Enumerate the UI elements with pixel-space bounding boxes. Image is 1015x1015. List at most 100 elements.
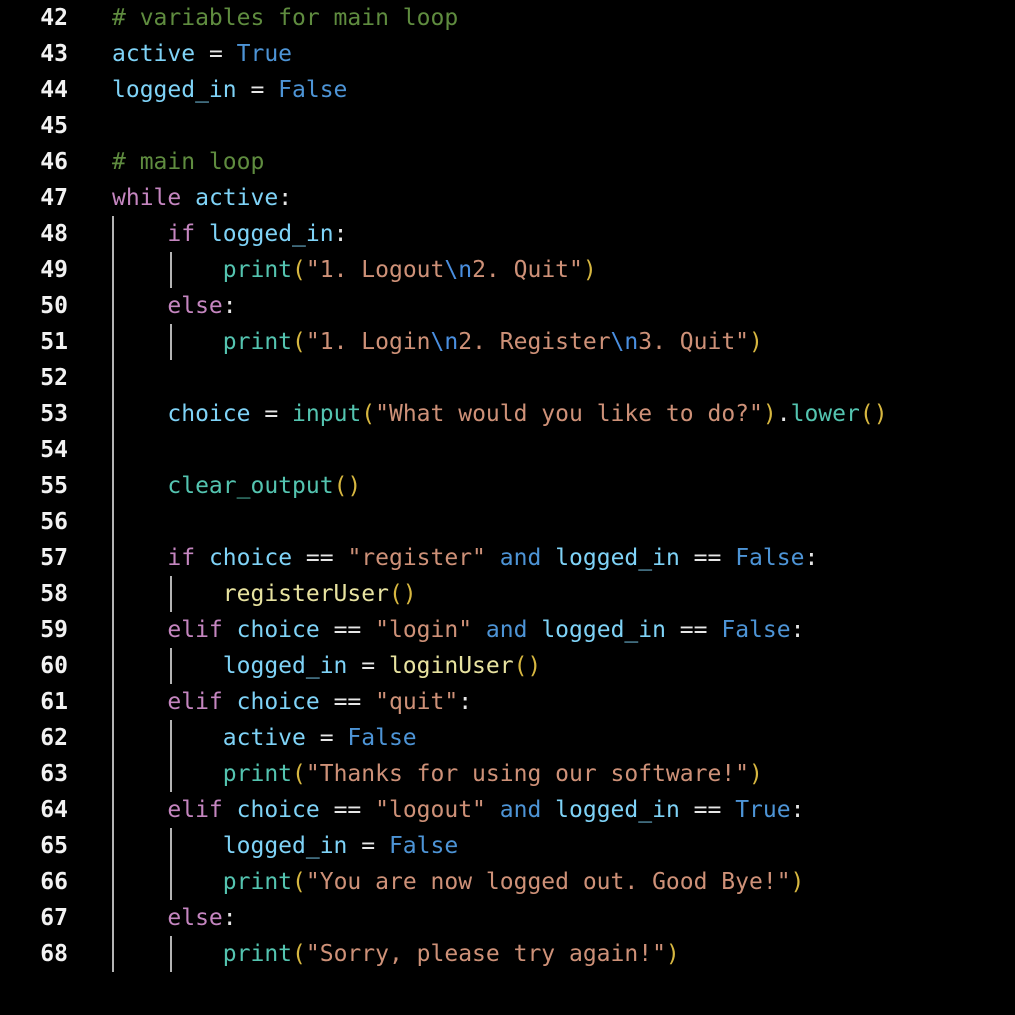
line-code-text[interactable]: print("1. Logout\n2. Quit") (112, 252, 597, 288)
token-string: "Sorry, please try again!" (305, 941, 666, 967)
line-code-text[interactable]: logged_in = loginUser() (112, 648, 542, 684)
line-code-text[interactable]: logged_in = False (112, 72, 347, 108)
token-paren: ( (361, 401, 376, 427)
line-code-text[interactable]: # main loop (112, 144, 264, 180)
code-line[interactable]: 47 while active: (0, 180, 1015, 216)
token-var: logged_in (208, 221, 334, 247)
token-punct: = (305, 725, 348, 751)
token-comment: # variables for main loop (112, 5, 459, 31)
line-number: 68 (40, 941, 68, 967)
code-line[interactable]: 50 else: (0, 288, 1015, 324)
code-line[interactable]: 59 elif choice == "login" and logged_in … (0, 612, 1015, 648)
code-line[interactable]: 68 print("Sorry, please try again!") (0, 936, 1015, 972)
code-line[interactable]: 55 clear_output() (0, 468, 1015, 504)
line-code-text[interactable]: if choice == "register" and logged_in ==… (112, 540, 818, 576)
token-escape: \n (610, 329, 639, 355)
token-punct: = (250, 401, 293, 427)
code-line[interactable]: 54 (0, 432, 1015, 468)
code-line[interactable]: 67 else: (0, 900, 1015, 936)
line-code-text[interactable]: active = False (112, 720, 417, 756)
token-string: 2. Register (458, 329, 611, 355)
code-line[interactable]: 63 print("Thanks for using our software!… (0, 756, 1015, 792)
code-editor-viewport[interactable]: 42 # variables for main loop 43 active = Tr… (0, 0, 1015, 1015)
line-code-text[interactable]: logged_in = False (112, 828, 458, 864)
line-code-text[interactable]: else: (112, 288, 236, 324)
code-line[interactable]: 60 logged_in = loginUser() (0, 648, 1015, 684)
token-var: choice (208, 545, 293, 571)
indent-guide (112, 432, 114, 468)
line-number: 56 (40, 509, 68, 535)
line-number: 63 (40, 761, 68, 787)
line-code-text[interactable]: else: (112, 900, 236, 936)
code-line[interactable]: 45 (0, 108, 1015, 144)
code-line[interactable]: 52 (0, 360, 1015, 396)
line-code-text[interactable]: while active: (112, 180, 292, 216)
line-code-text[interactable]: print("1. Login\n2. Register\n3. Quit") (112, 324, 763, 360)
code-line[interactable]: 51 print("1. Login\n2. Register\n3. Quit… (0, 324, 1015, 360)
token-punct: : (790, 617, 805, 643)
line-code-text[interactable]: elif choice == "logout" and logged_in ==… (112, 792, 804, 828)
code-lines-container[interactable]: 42 # variables for main loop 43 active = Tr… (0, 0, 1015, 972)
token-keyword: while (112, 185, 182, 211)
token-const: True (236, 41, 293, 67)
line-code-text[interactable]: elif choice == "login" and logged_in == … (112, 612, 804, 648)
code-line[interactable]: 43 active = True (0, 36, 1015, 72)
token-keyword: elif (167, 797, 223, 823)
token-paren: ( (292, 761, 306, 787)
line-code-text[interactable]: print("Sorry, please try again!") (112, 936, 680, 972)
line-code-text[interactable]: choice = input("What would you like to d… (112, 396, 887, 432)
line-code-text[interactable]: active = True (112, 36, 292, 72)
line-code-text[interactable]: if logged_in: (112, 216, 347, 252)
line-number: 47 (40, 185, 68, 211)
code-line[interactable]: 57 if choice == "register" and logged_in… (0, 540, 1015, 576)
line-number: 57 (40, 545, 68, 571)
token-paren: () (333, 473, 362, 499)
line-number: 59 (40, 617, 68, 643)
token-punct: = (347, 653, 389, 679)
token-const: False (735, 545, 805, 571)
token-punct: == (292, 545, 348, 571)
code-line[interactable]: 48 if logged_in: (0, 216, 1015, 252)
token-var: active (222, 725, 306, 751)
line-code-text[interactable]: # variables for main loop (112, 0, 458, 36)
code-line[interactable]: 49 print("1. Logout\n2. Quit") (0, 252, 1015, 288)
token-string: 3. Quit" (638, 329, 750, 355)
line-code-text[interactable]: registerUser() (112, 576, 417, 612)
line-number: 53 (40, 401, 68, 427)
token-const: True (735, 797, 791, 823)
token-const: False (347, 725, 417, 751)
line-number: 62 (40, 725, 68, 751)
code-line[interactable]: 44 logged_in = False (0, 72, 1015, 108)
line-number: 46 (40, 149, 68, 175)
code-line[interactable]: 62 active = False (0, 720, 1015, 756)
token-builtin: print (222, 941, 293, 967)
line-code-text[interactable]: clear_output() (112, 468, 361, 504)
line-code-text[interactable]: elif choice == "quit": (112, 684, 472, 720)
line-code-text[interactable]: print("You are now logged out. Good Bye!… (112, 864, 805, 900)
code-line[interactable]: 61 elif choice == "quit": (0, 684, 1015, 720)
token-string: "login" (375, 617, 473, 643)
token-paren: ( (292, 257, 306, 283)
token-punct: . (776, 401, 791, 427)
code-line[interactable]: 66 print("You are now logged out. Good B… (0, 864, 1015, 900)
token-string: "You are now logged out. Good Bye!" (305, 869, 791, 895)
token-const: False (278, 77, 348, 103)
code-line[interactable]: 46 # main loop (0, 144, 1015, 180)
token-builtin: print (222, 329, 293, 355)
code-line[interactable]: 58 registerUser() (0, 576, 1015, 612)
code-line[interactable]: 64 elif choice == "logout" and logged_in… (0, 792, 1015, 828)
code-line[interactable]: 65 logged_in = False (0, 828, 1015, 864)
code-line[interactable]: 56 (0, 504, 1015, 540)
token-punct: : (804, 545, 819, 571)
code-line[interactable]: 42 # variables for main loop (0, 0, 1015, 36)
code-line[interactable]: 53 choice = input("What would you like t… (0, 396, 1015, 432)
token-paren: () (513, 653, 542, 679)
line-code-text[interactable]: print("Thanks for using our software!") (112, 756, 763, 792)
